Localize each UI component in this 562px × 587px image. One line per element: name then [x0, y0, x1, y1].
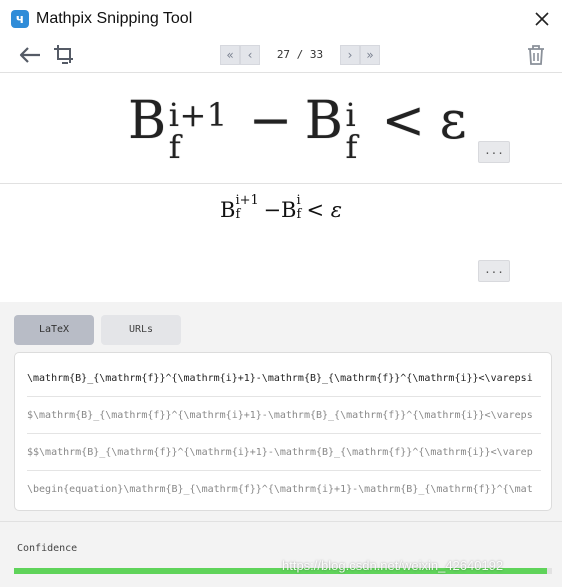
latex-option-double-dollar[interactable]: $$\mathrm{B}_{\mathrm{f}}^{\mathrm{i}+1}…	[27, 434, 541, 471]
mathpix-logo-icon: ч	[11, 10, 29, 28]
tab-latex[interactable]: LaTeX	[14, 315, 94, 345]
divider	[0, 521, 562, 522]
trash-icon[interactable]	[526, 44, 546, 66]
output-panel: LaTeX URLs \mathrm{B}_{\mathrm{f}}^{\mat…	[0, 302, 562, 587]
title-bar: ч Mathpix Snipping Tool	[0, 0, 562, 38]
latex-option-inline[interactable]: \mathrm{B}_{\mathrm{f}}^{\mathrm{i}+1}-\…	[27, 360, 541, 397]
image-options-button[interactable]: ...	[478, 141, 510, 163]
last-page-button[interactable]: »	[360, 45, 380, 65]
prev-page-button[interactable]: ‹	[240, 45, 260, 65]
close-icon[interactable]	[531, 8, 553, 30]
first-page-button[interactable]: «	[220, 45, 240, 65]
toolbar: « ‹ 27 / 33 › »	[0, 38, 562, 72]
next-page-button[interactable]: ›	[340, 45, 360, 65]
latex-option-equation[interactable]: \begin{equation}\mathrm{B}_{\mathrm{f}}^…	[27, 471, 541, 508]
crop-screen-icon[interactable]	[52, 43, 76, 67]
snipped-formula-image: Bi+1 f − Bi f < ε	[128, 91, 468, 166]
rendered-formula: Bi+1 f −B i f < ε	[220, 193, 343, 222]
watermark: https://blog.csdn.net/weixin_42640192	[282, 558, 504, 573]
window-title: Mathpix Snipping Tool	[36, 10, 193, 27]
page-counter: 27 / 33	[276, 48, 324, 61]
snip-image-preview: Bi+1 f − Bi f < ε ...	[0, 73, 562, 183]
render-options-button[interactable]: ...	[478, 260, 510, 282]
latex-option-dollar[interactable]: $\mathrm{B}_{\mathrm{f}}^{\mathrm{i}+1}-…	[27, 397, 541, 434]
confidence-label: Confidence	[17, 543, 78, 554]
tab-urls[interactable]: URLs	[101, 315, 181, 345]
arrow-left-icon[interactable]	[18, 45, 42, 65]
latex-options-list: \mathrm{B}_{\mathrm{f}}^{\mathrm{i}+1}-\…	[14, 352, 552, 511]
rendered-result: Bi+1 f −B i f < ε ...	[0, 184, 562, 302]
